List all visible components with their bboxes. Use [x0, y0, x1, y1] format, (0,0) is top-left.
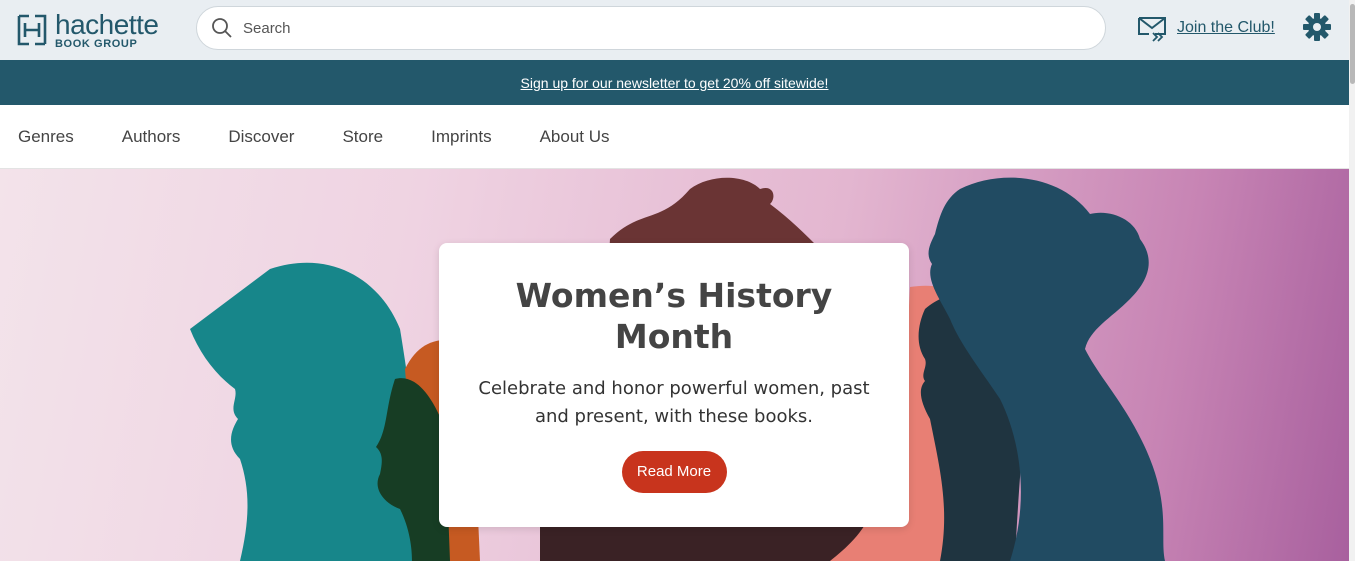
mail-icon: [1138, 17, 1166, 42]
newsletter-banner: Sign up for our newsletter to get 20% of…: [0, 60, 1349, 105]
nav-item-imprints[interactable]: Imprints: [431, 127, 491, 147]
nav-item-authors[interactable]: Authors: [122, 127, 181, 147]
join-club-label: Join the Club!: [1177, 19, 1275, 36]
newsletter-link[interactable]: Sign up for our newsletter to get 20% of…: [521, 75, 829, 91]
search-input[interactable]: [243, 19, 1063, 37]
nav-item-discover[interactable]: Discover: [228, 127, 294, 147]
logo-mark: [17, 14, 47, 46]
hero-title: Women’s History Month: [515, 276, 833, 356]
top-bar: hachette BOOK GROUP Join the Club!: [0, 0, 1355, 60]
logo-subtitle: BOOK GROUP: [55, 37, 138, 50]
logo-text: hachette BOOK GROUP: [55, 8, 159, 50]
logo-wordmark: hachette: [55, 8, 159, 40]
brand-logo[interactable]: hachette BOOK GROUP: [16, 8, 176, 52]
hero-banner: Women’s History Month Celebrate and hono…: [0, 169, 1349, 561]
hero-card: Women’s History Month Celebrate and hono…: [439, 243, 909, 527]
nav-item-about-us[interactable]: About Us: [540, 127, 610, 147]
scrollbar-thumb[interactable]: [1350, 4, 1355, 84]
join-club-link[interactable]: Join the Club!: [1137, 14, 1275, 42]
nav-item-store[interactable]: Store: [342, 127, 383, 147]
main-nav: Genres Authors Discover Store Imprints A…: [0, 105, 1349, 169]
search-icon: [212, 18, 232, 38]
gear-icon[interactable]: [1302, 12, 1332, 42]
search-bar[interactable]: [196, 6, 1106, 50]
nav-item-genres[interactable]: Genres: [18, 127, 74, 147]
scrollbar[interactable]: [1349, 0, 1355, 561]
hero-description: Celebrate and honor powerful women, past…: [478, 378, 870, 427]
read-more-button[interactable]: Read More: [621, 451, 727, 493]
